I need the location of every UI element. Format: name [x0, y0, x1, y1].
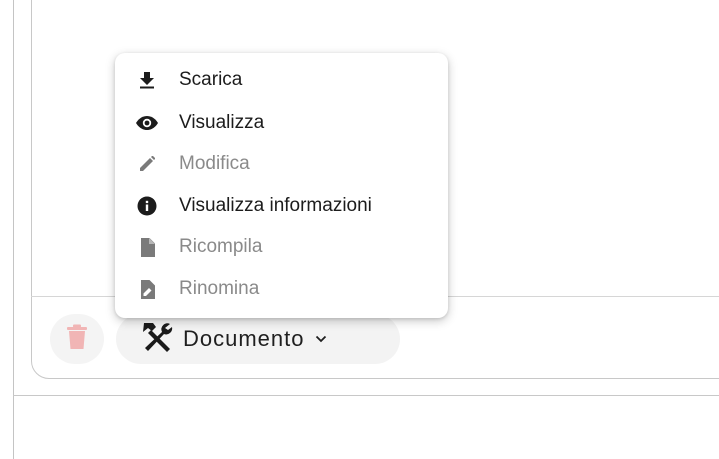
document-button-label: Documento [183, 326, 305, 351]
menu-item-label: Ricompila [179, 236, 263, 257]
menu-item-scarica[interactable]: Scarica [115, 61, 448, 99]
menu-item-label: Rinomina [179, 278, 260, 299]
menu-item-label: Modifica [179, 153, 250, 174]
trash-icon [66, 324, 88, 355]
menu-item-label: Visualizza [179, 112, 265, 133]
document-actions-button[interactable]: Documento [116, 314, 400, 364]
download-icon [136, 69, 158, 91]
document-context-menu: Scarica Visualizza Modifica Visualizza i… [115, 53, 448, 318]
tools-icon [140, 321, 174, 358]
pencil-icon [136, 153, 158, 175]
menu-item-modifica[interactable]: Modifica [115, 145, 448, 183]
menu-item-label: Visualizza informazioni [179, 195, 372, 216]
file-icon [136, 236, 158, 258]
file-rename-icon [136, 278, 158, 300]
menu-item-visualizza-informazioni[interactable]: Visualizza informazioni [115, 187, 448, 225]
menu-item-rinomina[interactable]: Rinomina [115, 270, 448, 308]
chevron-down-icon [315, 335, 327, 343]
menu-item-label: Scarica [179, 69, 243, 90]
info-icon [136, 195, 158, 217]
menu-item-visualizza[interactable]: Visualizza [115, 104, 448, 142]
section-divider [13, 395, 719, 396]
menu-item-ricompila[interactable]: Ricompila [115, 228, 448, 266]
outer-left-border [13, 0, 14, 459]
delete-button[interactable] [50, 314, 104, 364]
eye-icon [136, 112, 158, 134]
